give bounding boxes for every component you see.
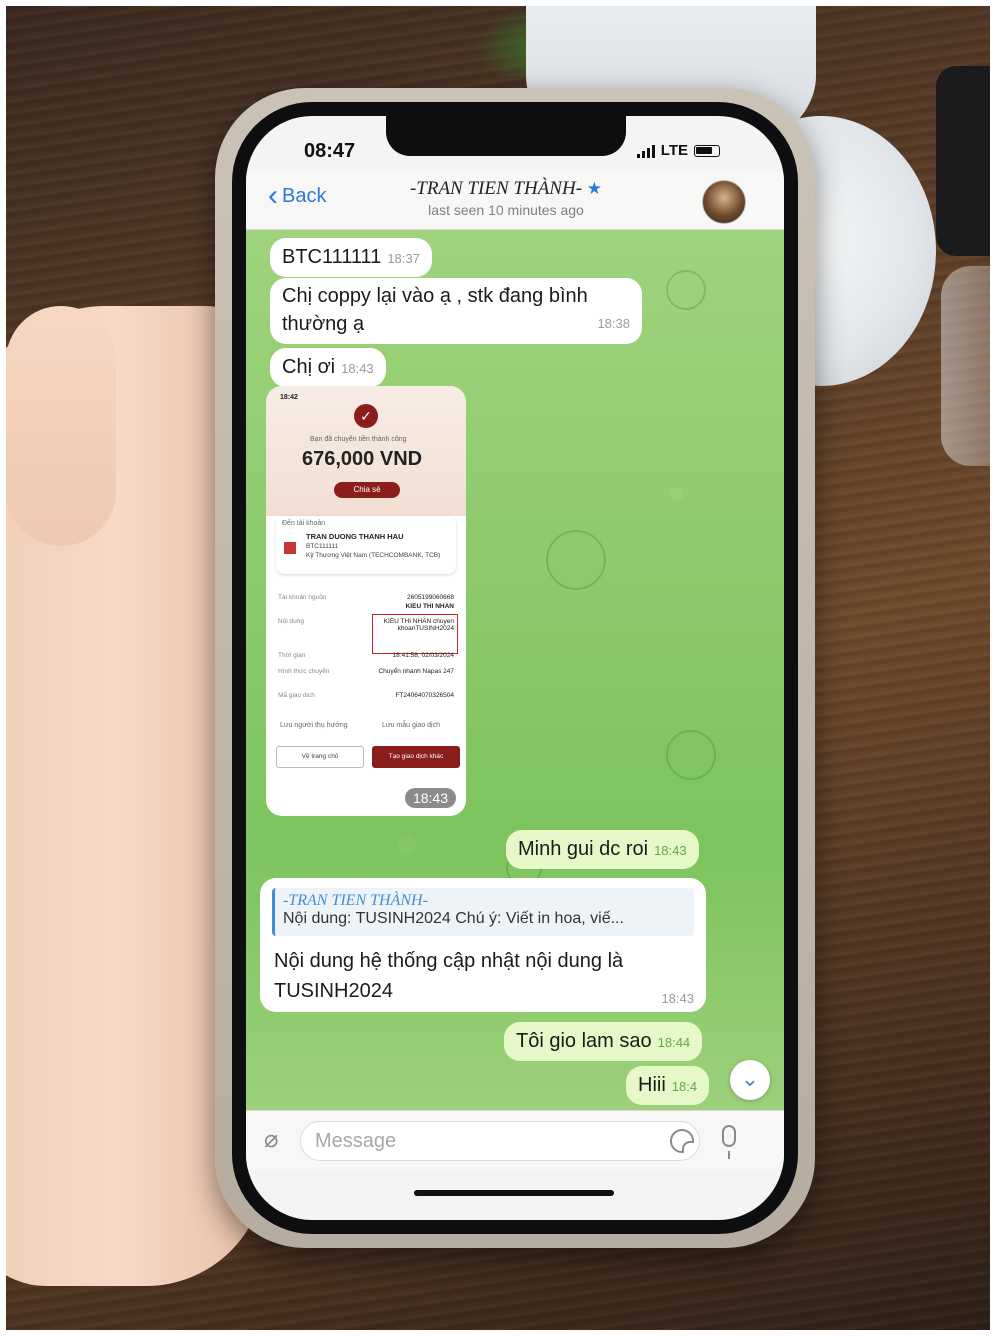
message-time: 18:43: [654, 843, 687, 858]
message-time: 18:44: [657, 1035, 691, 1050]
phone-screen: 08:47 LTE ‹ Back -TRAN TIEN THÀNH- ★ las…: [246, 116, 784, 1220]
message-bubble-outgoing[interactable]: Minh gui dc roi 18:43: [506, 830, 699, 869]
source-value: 2605199060668: [407, 594, 454, 601]
paperclip-icon[interactable]: ⌀: [264, 1125, 278, 1154]
doodle-shape: [666, 270, 706, 310]
message-text-line: TUSINH2024: [274, 980, 393, 1002]
txn-value: FT24064070326504: [395, 692, 454, 699]
message-text: Minh gui dc roi: [518, 838, 649, 860]
scroll-down-button[interactable]: ⌄: [730, 1060, 770, 1100]
method-value: Chuyển nhanh Napas 247: [378, 668, 454, 675]
reply-message-bubble[interactable]: -TRAN TIEN THÀNH- Nội dung: TUSINH2024 C…: [260, 878, 706, 1012]
black-object: [936, 66, 990, 256]
glass-object: [941, 266, 990, 466]
chevron-left-icon: ‹: [268, 179, 278, 212]
last-seen: last seen 10 minutes ago: [428, 202, 584, 218]
message-bubble[interactable]: Chị ơi 18:43: [270, 348, 386, 387]
message-time: 18:4: [671, 1079, 698, 1094]
microphone-icon[interactable]: [722, 1125, 736, 1159]
message-time: 18:43: [661, 991, 694, 1006]
battery-icon: [694, 144, 720, 157]
message-time: 18:38: [597, 316, 630, 331]
new-transaction-button[interactable]: Tạo giao dịch khác: [372, 746, 460, 768]
status-time: 08:47: [304, 140, 356, 162]
reply-text: Nội dung: TUSINH2024 Chú ý: Viết in hoa,…: [283, 910, 624, 927]
avatar[interactable]: [702, 180, 746, 224]
message-text: Chị ơi: [282, 356, 336, 378]
notch: [386, 116, 626, 156]
message-bubble-outgoing[interactable]: Tôi gio lam sao 18:44: [504, 1022, 703, 1061]
message-text: BTC111111: [282, 246, 382, 268]
message-text-line: thường ạ: [282, 313, 365, 335]
source-label: Tài khoản nguồn: [278, 594, 327, 601]
quoted-reply[interactable]: -TRAN TIEN THÀNH- Nội dung: TUSINH2024 C…: [272, 888, 694, 936]
sticker-icon[interactable]: [670, 1129, 694, 1153]
signal-icon: [636, 144, 655, 158]
txn-label: Mã giao dịch: [278, 692, 315, 699]
status-indicators: LTE: [636, 142, 720, 159]
reply-sender: -TRAN TIEN THÀNH-: [283, 892, 428, 909]
message-composer: ⌀: [246, 1110, 784, 1170]
message-text: Tôi gio lam sao: [516, 1030, 652, 1052]
message-bubble[interactable]: Chị coppy lại vào ạ , stk đang bình thườ…: [270, 278, 642, 344]
new-transaction-label: Tạo giao dịch khác: [388, 753, 444, 760]
highlight-box: [372, 614, 458, 654]
home-indicator[interactable]: [414, 1190, 614, 1196]
content-label: Nội dung: [278, 618, 305, 625]
message-text-line: Chị coppy lại vào ạ , stk đang bình: [282, 285, 588, 307]
time-value: 18:41:58, 02/03/2024: [392, 652, 454, 659]
recipient-name: TRAN DUONG THANH HAU: [306, 532, 404, 541]
receipt-share-button[interactable]: Chia sẻ: [334, 482, 400, 498]
message-time: 18:43: [341, 361, 374, 376]
recipient-bank: Kỹ Thương Việt Nam (TECHCOMBANK, TCB): [306, 552, 441, 559]
time-label: Thời gian: [278, 652, 306, 659]
contact-title[interactable]: -TRAN TIEN THÀNH- ★ last seen 10 minutes…: [356, 178, 656, 218]
save-recipient: Lưu người thụ hưởng: [280, 722, 348, 729]
contact-name-row: -TRAN TIEN THÀNH- ★: [356, 178, 656, 200]
home-button-label: Về trang chủ: [301, 753, 339, 760]
back-button[interactable]: ‹ Back: [268, 179, 327, 212]
source-name: KIEU THI NHAN: [405, 603, 454, 610]
thumb: [6, 306, 116, 546]
message-text-block: Nội dung hệ thống cập nhật nội dung là T…: [274, 946, 623, 1006]
doodle-shape: [546, 530, 606, 590]
message-text: Hiii: [638, 1074, 666, 1096]
recipient-card: Đến tài khoản TRAN DUONG THANH HAU BTC11…: [276, 516, 456, 574]
message-time: 18:37: [387, 251, 420, 266]
recipient-account: BTC111111: [306, 543, 339, 550]
home-button[interactable]: Về trang chủ: [276, 746, 364, 768]
network-label: LTE: [660, 142, 688, 159]
check-icon: ✓: [354, 404, 378, 428]
back-label: Back: [282, 184, 327, 207]
message-bubble-outgoing[interactable]: Hiii 18:4: [626, 1066, 710, 1105]
message-text-line: Nội dung hệ thống cập nhật nội dung là: [274, 950, 624, 972]
image-time: 18:43: [404, 788, 456, 808]
star-icon: ★: [586, 179, 603, 198]
receipt-success-text: Bạn đã chuyển tiền thành công: [310, 436, 407, 443]
method-label: Hình thức chuyển: [278, 668, 330, 675]
chevron-down-icon: ⌄: [740, 1066, 760, 1091]
receipt-image[interactable]: 18:42 ✓ Bạn đã chuyển tiền thành công 67…: [266, 386, 466, 816]
share-label: Chia sẻ: [353, 485, 381, 494]
chat-header: ‹ Back -TRAN TIEN THÀNH- ★ last seen 10 …: [246, 172, 784, 230]
receipt-amount: 676,000 VND: [302, 448, 423, 470]
contact-name: -TRAN TIEN THÀNH-: [409, 178, 583, 199]
receipt-status-time: 18:42: [280, 394, 298, 401]
to-label: Đến tài khoản: [282, 520, 326, 527]
bank-logo-icon: [284, 542, 296, 554]
chat-area[interactable]: BTC111111 18:37 Chị coppy lại vào ạ , stk…: [246, 230, 784, 1110]
doodle-shape: [666, 730, 716, 780]
message-bubble[interactable]: BTC111111 18:37: [270, 238, 432, 277]
save-template: Lưu mẫu giao dịch: [382, 722, 440, 729]
message-input[interactable]: [300, 1121, 700, 1161]
